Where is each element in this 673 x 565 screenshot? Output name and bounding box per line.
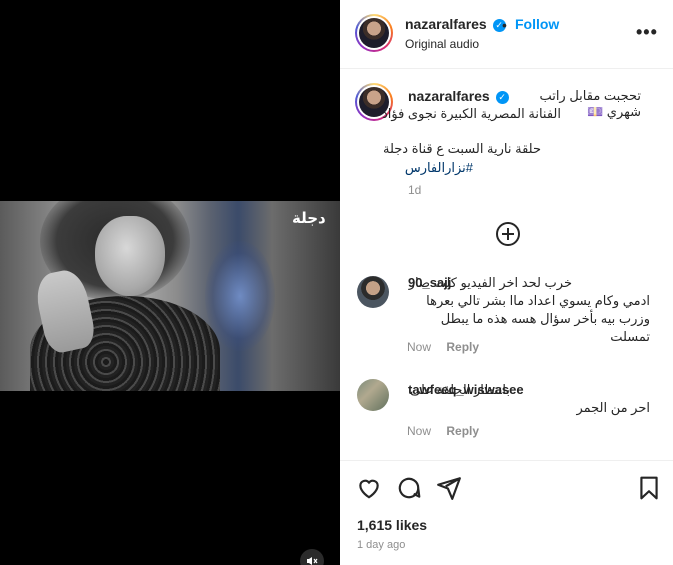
audio-label[interactable]: Original audio — [405, 37, 479, 51]
load-more-comments-icon[interactable]: ⊕ — [496, 222, 520, 246]
reply-button[interactable]: Reply — [446, 340, 479, 354]
comment-meta: Now Reply — [407, 340, 491, 354]
channel-watermark: دجلة — [292, 210, 326, 227]
reply-button[interactable]: Reply — [446, 424, 479, 438]
comment-text: خرب لحد اخر الفيديو كلت صار ادمي وكام يس… — [408, 275, 650, 344]
more-options-icon[interactable]: ••• — [636, 22, 658, 43]
video-frame[interactable]: دجلة — [0, 201, 340, 391]
video-subject-face — [95, 216, 165, 296]
author-username-row[interactable]: nazaralfares ✓ — [405, 16, 506, 32]
mute-icon[interactable] — [300, 549, 324, 565]
author-username[interactable]: nazaralfares — [405, 16, 487, 32]
caption-line-2: الفنانة المصرية الكبيرة نجوى فؤاد — [381, 106, 561, 121]
comment-icon[interactable] — [396, 475, 422, 501]
speaker-off-glyph — [307, 557, 318, 565]
comment-meta: Now Reply — [407, 424, 491, 438]
verified-badge-icon: ✓ — [495, 90, 509, 104]
caption-hashtag[interactable]: #نزارالفارس — [353, 160, 473, 176]
video-player[interactable]: دجلة — [0, 0, 340, 565]
follow-button[interactable]: Follow — [515, 16, 559, 32]
likes-count[interactable]: 1,615 likes — [357, 517, 427, 533]
share-icon[interactable] — [436, 475, 462, 501]
bookmark-icon[interactable] — [636, 475, 662, 501]
post-header: nazaralfares ✓ • Follow Original audio •… — [340, 0, 673, 69]
post-details-panel: nazaralfares ✓ • Follow Original audio •… — [340, 0, 673, 565]
caption-username[interactable]: nazaralfares — [408, 88, 490, 104]
author-avatar[interactable] — [355, 14, 393, 52]
caption-username-row[interactable]: nazaralfares ✓ — [408, 88, 509, 104]
comment-time[interactable]: Now — [407, 424, 431, 438]
comment-time[interactable]: Now — [407, 340, 431, 354]
heart-icon[interactable] — [356, 475, 382, 501]
comment-avatar[interactable] — [357, 379, 389, 411]
post-actions: 1,615 likes 1 day ago — [340, 460, 673, 565]
comment-text: بانتظار الحلقة على احر من الجمر — [410, 382, 650, 415]
author-avatar-image — [359, 18, 389, 48]
comment-avatar[interactable] — [357, 276, 389, 308]
caption-timestamp[interactable]: 1d — [408, 183, 421, 197]
post-date[interactable]: 1 day ago — [357, 539, 405, 551]
caption-line-3: حلقة نارية السبت ع قناة دجلة — [382, 141, 541, 156]
plus-icon — [502, 228, 514, 240]
separator-dot: • — [502, 17, 507, 33]
